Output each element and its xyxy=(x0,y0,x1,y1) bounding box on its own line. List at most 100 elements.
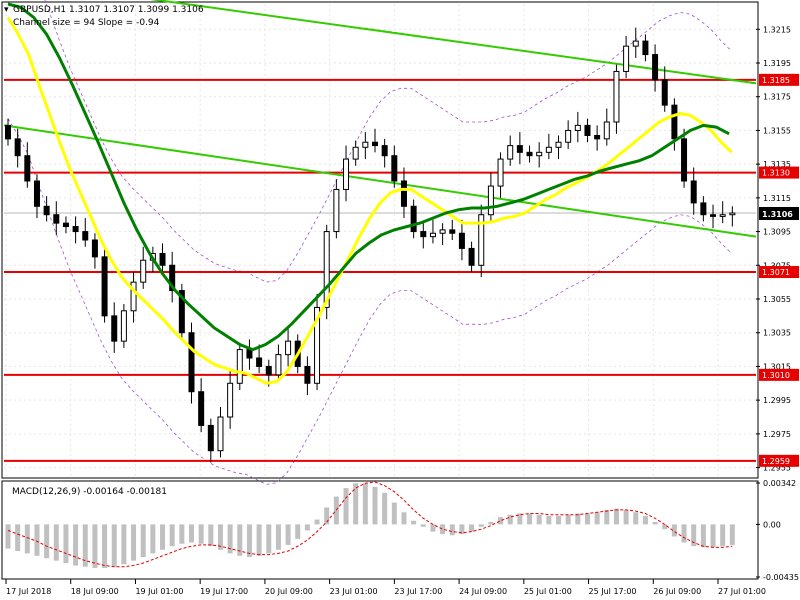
macd-bar xyxy=(720,524,726,547)
macd-bar xyxy=(546,515,552,525)
macd-axis: 0.00342 0.00 -0.00435 xyxy=(756,479,799,582)
macd-bar xyxy=(478,524,484,527)
macd-bar xyxy=(556,515,561,525)
macd-bar xyxy=(729,524,735,545)
macd-bar xyxy=(160,524,166,550)
candle-body xyxy=(14,138,21,157)
x-tick-label: 25 Jul 17:00 xyxy=(589,587,637,596)
channel-header: Channel size = 94 Slope = -0.94 xyxy=(13,18,160,28)
macd-bar xyxy=(92,524,98,568)
candle-body xyxy=(719,214,726,217)
macd-bar xyxy=(420,524,426,527)
y-tick-label: 1.3215 xyxy=(763,25,791,34)
macd-bar xyxy=(102,524,108,568)
candle-body xyxy=(207,424,214,452)
candle-body xyxy=(526,151,533,157)
candle-body xyxy=(246,349,253,359)
macd-bar xyxy=(121,524,127,565)
level-label: 1.3071 xyxy=(762,268,790,277)
candle-body xyxy=(623,45,630,72)
x-tick-label: 19 Jul 01:00 xyxy=(135,587,183,596)
macd-bar xyxy=(73,524,79,566)
macd-bar xyxy=(304,524,310,531)
x-tick-label: 20 Jul 09:00 xyxy=(265,587,313,596)
macd-bar xyxy=(507,514,513,525)
candle-body xyxy=(565,129,572,143)
macd-bar xyxy=(642,515,648,525)
candle-body xyxy=(420,231,427,238)
candle-body xyxy=(507,145,514,160)
macd-bar xyxy=(633,512,639,525)
candle-body xyxy=(188,332,195,393)
candle-body xyxy=(140,259,147,283)
current-price-label: 1.3106 xyxy=(762,210,793,219)
macd-bar xyxy=(15,524,21,551)
candle-body xyxy=(574,124,581,131)
candle-body xyxy=(391,155,398,182)
candle-body xyxy=(5,124,11,140)
candle-body xyxy=(584,124,591,136)
macd-bar xyxy=(604,509,610,525)
level-label: 1.2959 xyxy=(762,457,790,466)
y-tick-label: 1.3055 xyxy=(763,295,791,304)
candle-body xyxy=(458,232,465,249)
candle-body xyxy=(681,138,688,182)
level-label: 1.3130 xyxy=(762,169,790,178)
macd-bar xyxy=(469,524,475,532)
candle-body xyxy=(236,349,243,384)
macd-tick-label: 0.00 xyxy=(763,520,781,529)
main-panel-frame xyxy=(1,1,759,479)
x-tick-label: 18 Jul 09:00 xyxy=(71,587,119,596)
candle-body xyxy=(729,212,736,216)
candle-body xyxy=(400,180,407,207)
candle-body xyxy=(101,256,108,317)
macd-bar xyxy=(189,524,194,543)
macd-bar xyxy=(343,488,349,525)
candle-body xyxy=(285,340,292,356)
macd-tick-label: 0.00342 xyxy=(763,479,796,488)
macd-tick-label: -0.00435 xyxy=(763,573,799,582)
candle-body xyxy=(555,141,562,148)
y-tick-label: 1.3035 xyxy=(763,329,791,338)
macd-bar xyxy=(382,492,388,525)
candle-body xyxy=(487,185,494,216)
candle-body xyxy=(43,205,50,216)
symbol-header: GBPUSD,H1 1.3107 1.3107 1.3099 1.3106 xyxy=(13,5,204,15)
macd-bar xyxy=(594,512,600,525)
x-tick-label: 27 Jul 01:00 xyxy=(718,587,766,596)
candle-body xyxy=(343,158,350,190)
macd-bar xyxy=(285,524,291,545)
candle-body xyxy=(159,252,166,266)
level-label: 1.3010 xyxy=(762,371,790,380)
candle-body xyxy=(671,104,678,140)
macd-bar xyxy=(488,521,494,525)
candle-body xyxy=(429,232,436,238)
candle-body xyxy=(632,40,639,47)
candle-body xyxy=(198,391,205,426)
candle-body xyxy=(275,354,282,376)
y-tick-label: 1.3155 xyxy=(763,126,791,135)
candle-body xyxy=(53,214,60,224)
level-label: 1.3185 xyxy=(762,76,790,85)
macd-bar xyxy=(430,524,436,532)
macd-bar xyxy=(246,524,252,558)
macd-bar xyxy=(208,524,214,547)
macd-bar xyxy=(44,524,50,559)
candle-body xyxy=(545,146,552,153)
candle-body xyxy=(62,222,69,228)
macd-bar xyxy=(275,524,281,550)
macd-bar xyxy=(24,524,30,554)
x-axis: 17 Jul 2018 18 Jul 09:00 19 Jul 01:00 19 Ju… xyxy=(5,579,766,596)
candle-body xyxy=(304,365,311,384)
chart: 1.32151.31951.31751.31551.31351.31151.30… xyxy=(1,0,799,596)
x-tick-label: 26 Jul 09:00 xyxy=(653,587,701,596)
candle-body xyxy=(265,365,272,376)
candle-body xyxy=(217,416,224,452)
candle-body xyxy=(120,310,127,342)
macd-bar xyxy=(527,513,533,525)
macd-bar xyxy=(652,521,658,525)
macd-bar xyxy=(411,520,417,525)
macd-bar xyxy=(34,524,40,556)
arrow-icon: ▾ xyxy=(4,5,9,15)
macd-header: MACD(12,26,9) -0.00164 -0.00181 xyxy=(12,487,167,497)
